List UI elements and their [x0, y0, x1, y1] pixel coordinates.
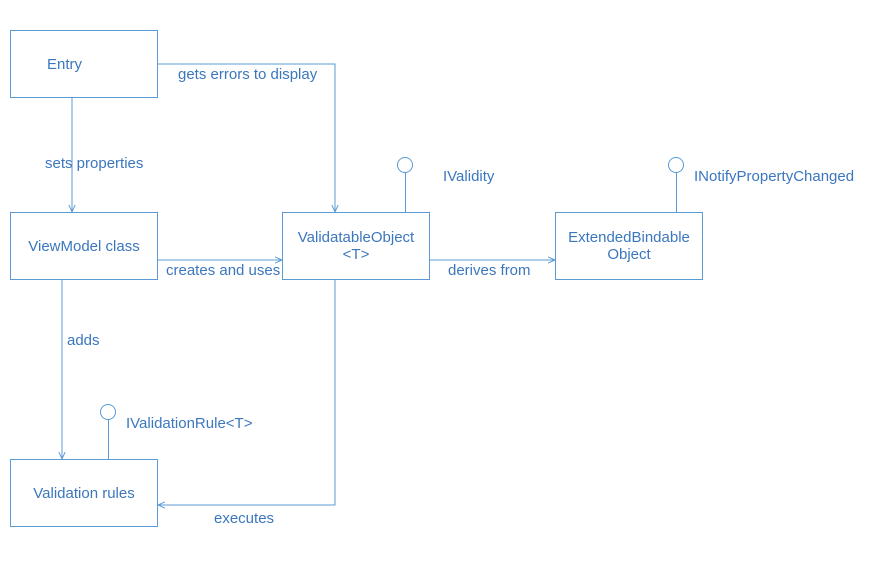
ivalidationrule-label: IValidationRule<T> — [126, 415, 252, 432]
extendedbindable-label: ExtendedBindable Object — [568, 229, 690, 263]
validatable-box: ValidatableObject <T> — [282, 212, 430, 280]
inotify-label: INotifyPropertyChanged — [694, 168, 854, 185]
label-gets-errors: gets errors to display — [178, 66, 317, 83]
viewmodel-box: ViewModel class — [10, 212, 158, 280]
label-executes: executes — [214, 510, 274, 527]
label-adds: adds — [67, 332, 100, 349]
ivalidity-stick — [405, 172, 406, 212]
validatable-label: ValidatableObject <T> — [298, 229, 414, 263]
ivalidationrule-lollipop-icon — [100, 404, 116, 420]
label-derives-from: derives from — [448, 262, 531, 279]
label-sets-properties: sets properties — [45, 155, 143, 172]
label-creates-uses: creates and uses — [166, 262, 280, 279]
entry-label: Entry — [47, 56, 82, 73]
inotify-lollipop-icon — [668, 157, 684, 173]
edge-gets-errors — [158, 64, 335, 212]
validationrules-box: Validation rules — [10, 459, 158, 527]
inotify-stick — [676, 172, 677, 212]
validationrules-label: Validation rules — [33, 485, 134, 502]
extendedbindable-box: ExtendedBindable Object — [555, 212, 703, 280]
entry-box: Entry — [10, 30, 158, 98]
edge-executes — [158, 280, 335, 505]
ivalidationrule-stick — [108, 419, 109, 459]
ivalidity-lollipop-icon — [397, 157, 413, 173]
viewmodel-label: ViewModel class — [28, 238, 139, 255]
ivalidity-label: IValidity — [443, 168, 494, 185]
